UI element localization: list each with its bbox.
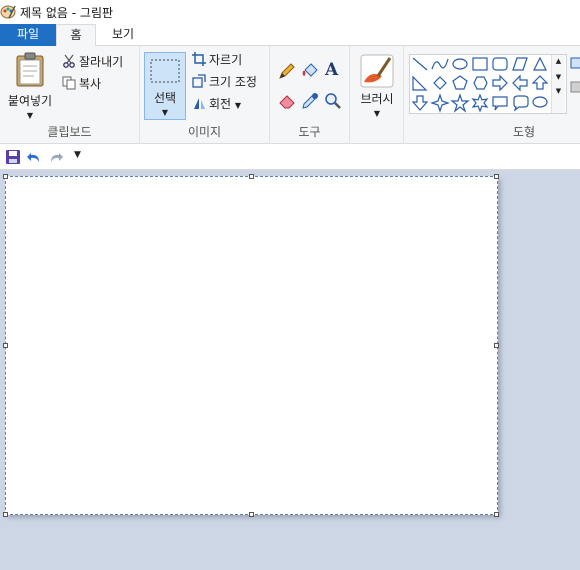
six-point-star-shape-icon[interactable] xyxy=(471,93,489,113)
tools-group-label: 도구 xyxy=(298,125,321,139)
undo-icon[interactable] xyxy=(26,149,42,165)
copy-label: 복사 xyxy=(79,77,102,91)
eraser-icon[interactable] xyxy=(278,92,296,110)
resize-handle-left xyxy=(3,343,8,348)
brushes-dropdown-icon[interactable]: ▼ xyxy=(354,109,400,118)
resize-handle-right[interactable] xyxy=(494,343,499,348)
ribbon-tabs: 파일 홈 보기 xyxy=(0,24,580,47)
left-arrow-shape-icon[interactable] xyxy=(512,74,528,92)
title-bar: 제목 없음 - 그림판 xyxy=(0,0,580,24)
text-icon[interactable]: A xyxy=(325,60,338,80)
rectangle-shape-icon[interactable] xyxy=(472,57,488,71)
image-group-label: 이미지 xyxy=(187,125,222,139)
copy-button[interactable]: 복사 xyxy=(62,74,101,94)
clipboard-group: 붙여넣기 ▼ 잘라내기 복사 클립보드 xyxy=(0,46,140,144)
gallery-more-icon[interactable]: ▼ xyxy=(552,87,565,95)
right-triangle-shape-icon[interactable] xyxy=(412,75,428,91)
pencil-icon[interactable] xyxy=(278,62,296,80)
gallery-down-icon[interactable]: ▼ xyxy=(552,73,565,81)
select-dropdown-icon[interactable]: ▼ xyxy=(145,108,185,117)
oval-callout-shape-icon[interactable] xyxy=(532,96,548,108)
oval-shape-icon[interactable] xyxy=(452,58,468,70)
hexagon-shape-icon[interactable] xyxy=(473,76,488,90)
shapes-group-label: 도형 xyxy=(512,125,536,139)
color-picker-icon[interactable] xyxy=(301,92,319,110)
copy-icon xyxy=(62,76,76,90)
outline-icon[interactable] xyxy=(570,56,580,74)
resize-handle-bottom[interactable] xyxy=(249,512,254,517)
shapes-gallery: ▲ ▼ ▼ xyxy=(409,54,567,114)
cut-label: 잘라내기 xyxy=(79,55,124,69)
pentagon-shape-icon[interactable] xyxy=(452,75,468,90)
rotate-icon xyxy=(194,98,205,109)
paste-label: 붙여넣기 xyxy=(7,94,53,108)
resize-handle-bottom-left xyxy=(3,512,8,517)
crop-button[interactable]: 자르기 xyxy=(192,50,242,70)
fill-bucket-icon[interactable] xyxy=(301,62,319,80)
down-arrow-shape-icon[interactable] xyxy=(411,95,429,111)
select-icon xyxy=(150,59,180,83)
resize-button[interactable]: 크기 조정 xyxy=(192,72,257,92)
up-arrow-shape-icon[interactable] xyxy=(531,75,549,90)
crop-label: 자르기 xyxy=(209,53,243,67)
diamond-shape-icon[interactable] xyxy=(433,76,447,90)
five-point-star-shape-icon[interactable] xyxy=(450,93,470,113)
resize-handle-top xyxy=(249,174,254,179)
clipboard-icon xyxy=(16,52,44,87)
scissors-icon xyxy=(63,54,75,68)
canvas-workspace xyxy=(0,170,580,570)
tab-view[interactable]: 보기 xyxy=(100,24,146,46)
crop-icon xyxy=(192,52,206,66)
resize-handle-top-left xyxy=(3,174,8,179)
select-button[interactable]: 선택 ▼ xyxy=(144,52,186,120)
brushes-group: 브러시 ▼ xyxy=(350,46,404,144)
rounded-callout-shape-icon[interactable] xyxy=(513,95,529,112)
tab-file[interactable]: 파일 xyxy=(0,24,56,46)
paint-app-icon xyxy=(0,5,16,19)
redo-icon[interactable] xyxy=(48,149,64,165)
ribbon: 붙여넣기 ▼ 잘라내기 복사 클립보드 선택 ▼ 자르기 크기 조정 회전 ▼ … xyxy=(0,46,580,144)
tab-home[interactable]: 홈 xyxy=(56,24,96,47)
save-icon[interactable] xyxy=(5,149,21,165)
quick-access-toolbar: ▼ xyxy=(0,144,580,170)
window-title: 제목 없음 - 그림판 xyxy=(20,6,114,20)
brush-icon xyxy=(360,54,394,88)
curve-shape-icon[interactable] xyxy=(431,58,449,70)
rounded-rectangle-shape-icon[interactable] xyxy=(492,57,508,71)
rotate-button[interactable]: 회전 ▼ xyxy=(192,94,241,114)
clipboard-group-label: 클립보드 xyxy=(47,125,92,139)
polygon-shape-icon[interactable] xyxy=(512,57,528,71)
select-label: 선택 xyxy=(153,91,177,105)
triangle-shape-icon[interactable] xyxy=(533,56,547,71)
gallery-up-icon[interactable]: ▲ xyxy=(552,57,565,65)
four-point-star-shape-icon[interactable] xyxy=(430,93,450,113)
rect-callout-shape-icon[interactable] xyxy=(492,96,508,111)
resize-handle-bottom-right[interactable] xyxy=(494,512,499,517)
image-group: 선택 ▼ 자르기 크기 조정 회전 ▼ 이미지 xyxy=(140,46,270,144)
line-shape-icon[interactable] xyxy=(412,57,428,71)
shapes-grid xyxy=(411,56,549,113)
paste-dropdown-icon[interactable]: ▼ xyxy=(4,111,56,120)
resize-handle-top-right xyxy=(494,174,499,179)
resize-icon xyxy=(192,74,206,88)
customize-qat-icon[interactable]: ▼ xyxy=(74,150,81,160)
brushes-button[interactable]: 브러시 ▼ xyxy=(354,52,400,122)
rotate-dropdown-icon[interactable]: ▼ xyxy=(235,101,241,110)
resize-label: 크기 조정 xyxy=(209,75,257,89)
paste-button[interactable]: 붙여넣기 ▼ xyxy=(4,50,56,120)
fill-icon[interactable] xyxy=(570,80,580,98)
tools-group: A 도구 xyxy=(270,46,350,144)
rotate-label: 회전 xyxy=(209,97,232,111)
drawing-canvas[interactable] xyxy=(5,176,498,515)
right-arrow-shape-icon[interactable] xyxy=(492,74,508,92)
brushes-label: 브러시 xyxy=(360,92,394,106)
shapes-gallery-scrollbar[interactable]: ▲ ▼ ▼ xyxy=(551,55,565,113)
magnifier-icon[interactable] xyxy=(324,92,342,110)
cut-button[interactable]: 잘라내기 xyxy=(62,52,123,72)
